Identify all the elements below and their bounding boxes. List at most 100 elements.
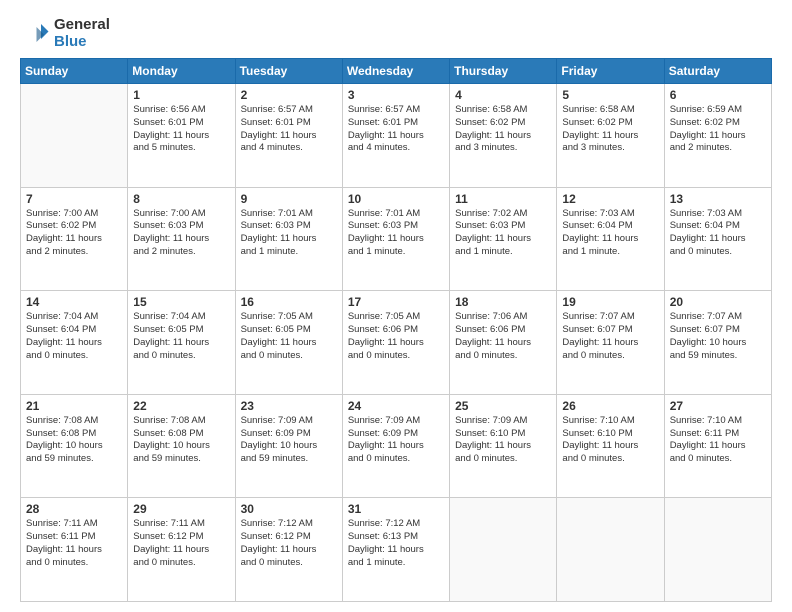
- calendar-cell: 5Sunrise: 6:58 AM Sunset: 6:02 PM Daylig…: [557, 84, 664, 188]
- day-info: Sunrise: 7:07 AM Sunset: 6:07 PM Dayligh…: [562, 311, 658, 362]
- calendar-cell: 10 Sunrise: 7:01 AM Sunset: 6:03 PM Dayli…: [342, 187, 449, 291]
- day-number: 15: [133, 295, 229, 309]
- day-info: Sunrise: 7:03 AM Sunset: 6:04 PM Dayligh…: [670, 208, 766, 259]
- day-number: 10: [348, 192, 444, 206]
- day-info: Sunrise: 7:05 AM Sunset: 6:05 PM Dayligh…: [241, 311, 337, 362]
- logo: General Blue: [20, 16, 110, 50]
- calendar-cell: 31 Sunrise: 7:12 AM Sunset: 6:13 PM Dayli…: [342, 498, 449, 602]
- day-info: Sunrise: 7:07 AM Sunset: 6:07 PM Dayligh…: [670, 311, 766, 362]
- day-number: 4: [455, 88, 551, 102]
- calendar-header-row: SundayMondayTuesdayWednesdayThursdayFrid…: [21, 59, 772, 84]
- day-number: 28: [26, 502, 122, 516]
- day-number: 19: [562, 295, 658, 309]
- calendar-cell: 9Sunrise: 7:01 AM Sunset: 6:03 PM Daylig…: [235, 187, 342, 291]
- day-info: Sunrise: 7:10 AM Sunset: 6:11 PM Dayligh…: [670, 415, 766, 466]
- calendar-week-row: 28 Sunrise: 7:11 AM Sunset: 6:11 PM Dayli…: [21, 498, 772, 602]
- day-info: Sunrise: 6:58 AM Sunset: 6:02 PM Dayligh…: [455, 104, 551, 155]
- day-number: 7: [26, 192, 122, 206]
- day-info: Sunrise: 7:05 AM Sunset: 6:06 PM Dayligh…: [348, 311, 444, 362]
- calendar-cell: [557, 498, 664, 602]
- calendar-table: SundayMondayTuesdayWednesdayThursdayFrid…: [20, 58, 772, 602]
- weekday-header: Monday: [128, 59, 235, 84]
- calendar-cell: 19 Sunrise: 7:07 AM Sunset: 6:07 PM Dayli…: [557, 291, 664, 395]
- day-info: Sunrise: 7:09 AM Sunset: 6:09 PM Dayligh…: [348, 415, 444, 466]
- day-number: 27: [670, 399, 766, 413]
- logo-text: General Blue: [54, 16, 110, 50]
- day-info: Sunrise: 6:56 AM Sunset: 6:01 PM Dayligh…: [133, 104, 229, 155]
- day-number: 25: [455, 399, 551, 413]
- day-info: Sunrise: 7:03 AM Sunset: 6:04 PM Dayligh…: [562, 208, 658, 259]
- day-info: Sunrise: 7:12 AM Sunset: 6:13 PM Dayligh…: [348, 518, 444, 569]
- calendar-cell: 28 Sunrise: 7:11 AM Sunset: 6:11 PM Dayli…: [21, 498, 128, 602]
- calendar-cell: 20 Sunrise: 7:07 AM Sunset: 6:07 PM Dayli…: [664, 291, 771, 395]
- calendar-cell: 26 Sunrise: 7:10 AM Sunset: 6:10 PM Dayli…: [557, 394, 664, 498]
- day-info: Sunrise: 6:57 AM Sunset: 6:01 PM Dayligh…: [348, 104, 444, 155]
- day-number: 11: [455, 192, 551, 206]
- day-number: 8: [133, 192, 229, 206]
- day-number: 18: [455, 295, 551, 309]
- day-info: Sunrise: 7:09 AM Sunset: 6:10 PM Dayligh…: [455, 415, 551, 466]
- day-number: 23: [241, 399, 337, 413]
- day-number: 9: [241, 192, 337, 206]
- calendar-week-row: 14 Sunrise: 7:04 AM Sunset: 6:04 PM Dayli…: [21, 291, 772, 395]
- day-number: 17: [348, 295, 444, 309]
- page: General Blue SundayMondayTuesdayWednesda…: [0, 0, 792, 612]
- calendar-cell: 11 Sunrise: 7:02 AM Sunset: 6:03 PM Dayli…: [450, 187, 557, 291]
- calendar-week-row: 21 Sunrise: 7:08 AM Sunset: 6:08 PM Dayli…: [21, 394, 772, 498]
- weekday-header: Friday: [557, 59, 664, 84]
- day-info: Sunrise: 6:57 AM Sunset: 6:01 PM Dayligh…: [241, 104, 337, 155]
- day-info: Sunrise: 7:10 AM Sunset: 6:10 PM Dayligh…: [562, 415, 658, 466]
- calendar-cell: 13 Sunrise: 7:03 AM Sunset: 6:04 PM Dayli…: [664, 187, 771, 291]
- day-info: Sunrise: 7:01 AM Sunset: 6:03 PM Dayligh…: [348, 208, 444, 259]
- calendar-cell: 30Sunrise: 7:12 AM Sunset: 6:12 PM Dayli…: [235, 498, 342, 602]
- day-info: Sunrise: 7:00 AM Sunset: 6:03 PM Dayligh…: [133, 208, 229, 259]
- day-number: 24: [348, 399, 444, 413]
- weekday-header: Wednesday: [342, 59, 449, 84]
- calendar-cell: 21 Sunrise: 7:08 AM Sunset: 6:08 PM Dayli…: [21, 394, 128, 498]
- calendar-cell: 25 Sunrise: 7:09 AM Sunset: 6:10 PM Dayli…: [450, 394, 557, 498]
- day-info: Sunrise: 7:04 AM Sunset: 6:04 PM Dayligh…: [26, 311, 122, 362]
- logo-icon: [20, 18, 50, 48]
- day-number: 20: [670, 295, 766, 309]
- calendar-cell: [664, 498, 771, 602]
- day-number: 12: [562, 192, 658, 206]
- calendar-week-row: 1Sunrise: 6:56 AM Sunset: 6:01 PM Daylig…: [21, 84, 772, 188]
- calendar-cell: 22Sunrise: 7:08 AM Sunset: 6:08 PM Dayli…: [128, 394, 235, 498]
- calendar-week-row: 7 Sunrise: 7:00 AM Sunset: 6:02 PM Daylig…: [21, 187, 772, 291]
- day-number: 31: [348, 502, 444, 516]
- day-number: 29: [133, 502, 229, 516]
- day-number: 26: [562, 399, 658, 413]
- day-number: 3: [348, 88, 444, 102]
- day-info: Sunrise: 7:08 AM Sunset: 6:08 PM Dayligh…: [26, 415, 122, 466]
- calendar-cell: 1Sunrise: 6:56 AM Sunset: 6:01 PM Daylig…: [128, 84, 235, 188]
- calendar-cell: 3 Sunrise: 6:57 AM Sunset: 6:01 PM Daylig…: [342, 84, 449, 188]
- calendar-cell: 29 Sunrise: 7:11 AM Sunset: 6:12 PM Dayli…: [128, 498, 235, 602]
- day-info: Sunrise: 7:00 AM Sunset: 6:02 PM Dayligh…: [26, 208, 122, 259]
- day-info: Sunrise: 6:59 AM Sunset: 6:02 PM Dayligh…: [670, 104, 766, 155]
- day-info: Sunrise: 7:11 AM Sunset: 6:12 PM Dayligh…: [133, 518, 229, 569]
- day-info: Sunrise: 7:11 AM Sunset: 6:11 PM Dayligh…: [26, 518, 122, 569]
- day-info: Sunrise: 7:06 AM Sunset: 6:06 PM Dayligh…: [455, 311, 551, 362]
- day-number: 13: [670, 192, 766, 206]
- calendar-cell: 15Sunrise: 7:04 AM Sunset: 6:05 PM Dayli…: [128, 291, 235, 395]
- day-number: 14: [26, 295, 122, 309]
- calendar-cell: 17 Sunrise: 7:05 AM Sunset: 6:06 PM Dayli…: [342, 291, 449, 395]
- calendar-cell: 6 Sunrise: 6:59 AM Sunset: 6:02 PM Daylig…: [664, 84, 771, 188]
- day-number: 22: [133, 399, 229, 413]
- calendar-cell: 23 Sunrise: 7:09 AM Sunset: 6:09 PM Dayli…: [235, 394, 342, 498]
- day-number: 16: [241, 295, 337, 309]
- day-info: Sunrise: 7:09 AM Sunset: 6:09 PM Dayligh…: [241, 415, 337, 466]
- calendar-cell: 4 Sunrise: 6:58 AM Sunset: 6:02 PM Daylig…: [450, 84, 557, 188]
- calendar-cell: 27 Sunrise: 7:10 AM Sunset: 6:11 PM Dayli…: [664, 394, 771, 498]
- calendar-cell: 14 Sunrise: 7:04 AM Sunset: 6:04 PM Dayli…: [21, 291, 128, 395]
- day-number: 6: [670, 88, 766, 102]
- day-info: Sunrise: 7:02 AM Sunset: 6:03 PM Dayligh…: [455, 208, 551, 259]
- calendar-cell: 18 Sunrise: 7:06 AM Sunset: 6:06 PM Dayli…: [450, 291, 557, 395]
- day-number: 5: [562, 88, 658, 102]
- calendar-cell: 16 Sunrise: 7:05 AM Sunset: 6:05 PM Dayli…: [235, 291, 342, 395]
- day-number: 2: [241, 88, 337, 102]
- day-info: Sunrise: 7:12 AM Sunset: 6:12 PM Dayligh…: [241, 518, 337, 569]
- calendar-cell: 8 Sunrise: 7:00 AM Sunset: 6:03 PM Daylig…: [128, 187, 235, 291]
- day-number: 21: [26, 399, 122, 413]
- calendar-cell: 7 Sunrise: 7:00 AM Sunset: 6:02 PM Daylig…: [21, 187, 128, 291]
